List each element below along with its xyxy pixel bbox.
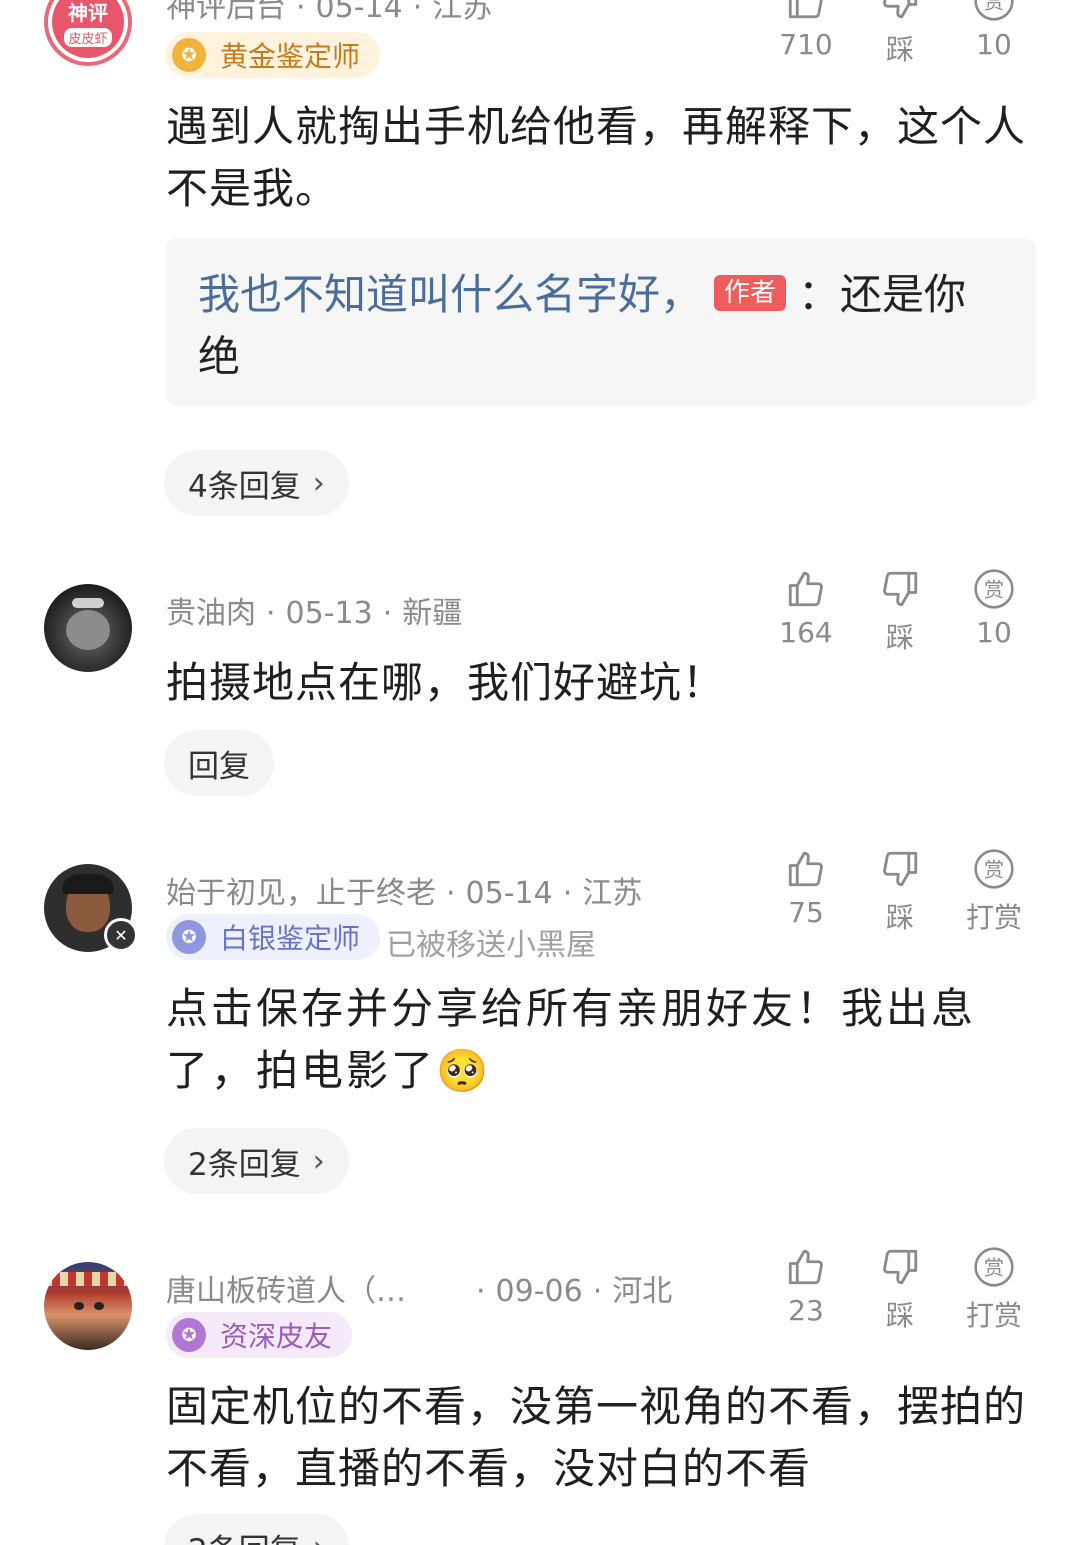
- comment-location: 江苏: [432, 0, 493, 25]
- blocked-note: 已被移送小黑屋: [386, 928, 596, 963]
- reply-preview[interactable]: 我也不知道叫什么名字好， 作者 ：还是你绝: [166, 238, 1036, 406]
- reward-button[interactable]: 赏 10: [958, 566, 1030, 649]
- reward-button[interactable]: 赏 打赏: [958, 846, 1030, 936]
- comment-text-body: 点击保存并分享给所有亲朋好友！我出息了，拍电影了: [166, 984, 977, 1095]
- dislike-label: 踩: [885, 901, 914, 934]
- comment-text: 拍摄地点在哪，我们好避坑！: [166, 658, 726, 707]
- replies-label: 2条回复: [188, 1146, 301, 1183]
- badge-label: 白银鉴定师: [220, 922, 361, 955]
- username[interactable]: 始于初见，止于终老: [166, 876, 436, 911]
- dislike-label: 踩: [885, 33, 914, 66]
- avatar-logo-subtext: 皮皮虾: [64, 28, 112, 47]
- comment-text: 固定机位的不看，没第一视角的不看，摆拍的不看，直播的不看，没对白的不看: [166, 1382, 1027, 1493]
- username[interactable]: 神评后台: [166, 0, 286, 25]
- comment-actions: 710 踩 赏 10: [770, 0, 1050, 68]
- reward-icon: 赏: [958, 1244, 1030, 1290]
- like-button[interactable]: 710: [770, 0, 842, 61]
- pleading-face-emoji: 🥺: [436, 1046, 492, 1095]
- user-badge-gold[interactable]: ✪ 黄金鉴定师: [166, 32, 381, 78]
- replies-label: 2条回复: [188, 1525, 301, 1545]
- senior-member-icon: ✪: [172, 1318, 206, 1352]
- thumbs-down-icon: [864, 566, 936, 612]
- svg-text:赏: 赏: [984, 0, 1004, 13]
- avatar[interactable]: [44, 584, 132, 672]
- thumbs-down-icon: [864, 1244, 936, 1290]
- dislike-button[interactable]: 踩: [864, 1244, 936, 1334]
- view-replies-button[interactable]: 2条回复 ›: [164, 1128, 349, 1194]
- comment-date: 09-06: [495, 1274, 583, 1309]
- svg-text:赏: 赏: [984, 577, 1004, 601]
- chevron-right-icon: ›: [312, 465, 325, 501]
- user-badge-silver[interactable]: ✪ 白银鉴定师: [166, 914, 381, 960]
- silver-medal-icon: ✪: [172, 920, 206, 954]
- reward-label: 打赏: [965, 1299, 1022, 1332]
- comment-location: 河北: [612, 1274, 673, 1309]
- comment-location: 新疆: [402, 596, 463, 631]
- dislike-label: 踩: [885, 621, 914, 654]
- comment-actions: 75 踩 赏 打赏: [770, 846, 1050, 936]
- like-count: 164: [779, 616, 833, 649]
- replies-label: 回复: [188, 748, 250, 785]
- thumbs-down-icon: [864, 0, 936, 24]
- comment-date: 05-13: [285, 596, 373, 631]
- username[interactable]: 贵油肉: [166, 596, 256, 631]
- dislike-button[interactable]: 踩: [864, 846, 936, 936]
- view-replies-button[interactable]: 4条回复 ›: [164, 450, 349, 516]
- comment-actions: 164 踩 赏 10: [770, 566, 1050, 656]
- reward-icon: 赏: [958, 0, 1030, 24]
- like-button[interactable]: 23: [770, 1244, 842, 1327]
- blocked-status-icon: ✕: [104, 918, 138, 952]
- thumbs-up-icon: [770, 566, 842, 612]
- reply-separator: ：: [798, 270, 841, 319]
- avatar[interactable]: [44, 1262, 132, 1350]
- dislike-button[interactable]: 踩: [864, 0, 936, 68]
- dislike-label: 踩: [885, 1299, 914, 1332]
- reward-value: 10: [976, 616, 1012, 649]
- reply-author-name[interactable]: 我也不知道叫什么名字好，: [198, 270, 702, 319]
- reward-button[interactable]: 赏 10: [958, 0, 1030, 61]
- reply-button[interactable]: 回复: [164, 730, 274, 796]
- comment-text: 点击保存并分享给所有亲朋好友！我出息了，拍电影了🥺: [166, 978, 1046, 1102]
- chevron-right-icon: ›: [312, 1143, 325, 1179]
- reward-icon: 赏: [958, 846, 1030, 892]
- comment-meta: 始于初见，止于终老 · 05-14 · 江苏: [166, 876, 643, 911]
- user-badge-senior[interactable]: ✪ 资深皮友: [166, 1312, 353, 1358]
- comment-meta: 神评后台 · 05-14 · 江苏: [166, 0, 492, 26]
- thumbs-down-icon: [864, 846, 936, 892]
- thumbs-up-icon: [770, 1244, 842, 1290]
- svg-text:赏: 赏: [984, 1255, 1004, 1279]
- like-button[interactable]: 75: [770, 846, 842, 929]
- gold-medal-icon: ✪: [172, 38, 206, 72]
- like-button[interactable]: 164: [770, 566, 842, 649]
- thumbs-up-icon: [770, 846, 842, 892]
- comment-meta: 唐山板砖道人（… · 09-06 · 河北: [166, 1266, 672, 1310]
- like-count: 23: [788, 1294, 824, 1327]
- avatar[interactable]: 神评 皮皮虾: [44, 0, 132, 66]
- replies-label: 4条回复: [188, 468, 301, 505]
- like-count: 710: [779, 28, 833, 61]
- username[interactable]: 唐山板砖道人（…: [166, 1266, 466, 1310]
- thumbs-up-icon: [770, 0, 842, 24]
- svg-text:赏: 赏: [984, 857, 1004, 881]
- comment-meta: 贵油肉 · 05-13 · 新疆: [166, 596, 463, 631]
- reward-label: 打赏: [965, 901, 1022, 934]
- comment-date: 05-14: [465, 876, 553, 911]
- view-replies-button[interactable]: 2条回复 ›: [164, 1514, 349, 1545]
- like-count: 75: [788, 896, 824, 929]
- avatar-logo-text: 神评: [68, 1, 108, 25]
- reward-value: 10: [976, 28, 1012, 61]
- comment-text: 遇到人就掏出手机给他看，再解释下，这个人不是我。: [166, 102, 1027, 213]
- chevron-right-icon: ›: [313, 1530, 325, 1545]
- reward-icon: 赏: [958, 566, 1030, 612]
- badge-label: 黄金鉴定师: [220, 40, 361, 73]
- comment-date: 05-14: [315, 0, 403, 25]
- reward-button[interactable]: 赏 打赏: [958, 1244, 1030, 1334]
- comment-location: 江苏: [582, 876, 643, 911]
- author-tag: 作者: [714, 275, 787, 311]
- badge-label: 资深皮友: [220, 1320, 333, 1353]
- dislike-button[interactable]: 踩: [864, 566, 936, 656]
- comment-actions: 23 踩 赏 打赏: [770, 1244, 1050, 1334]
